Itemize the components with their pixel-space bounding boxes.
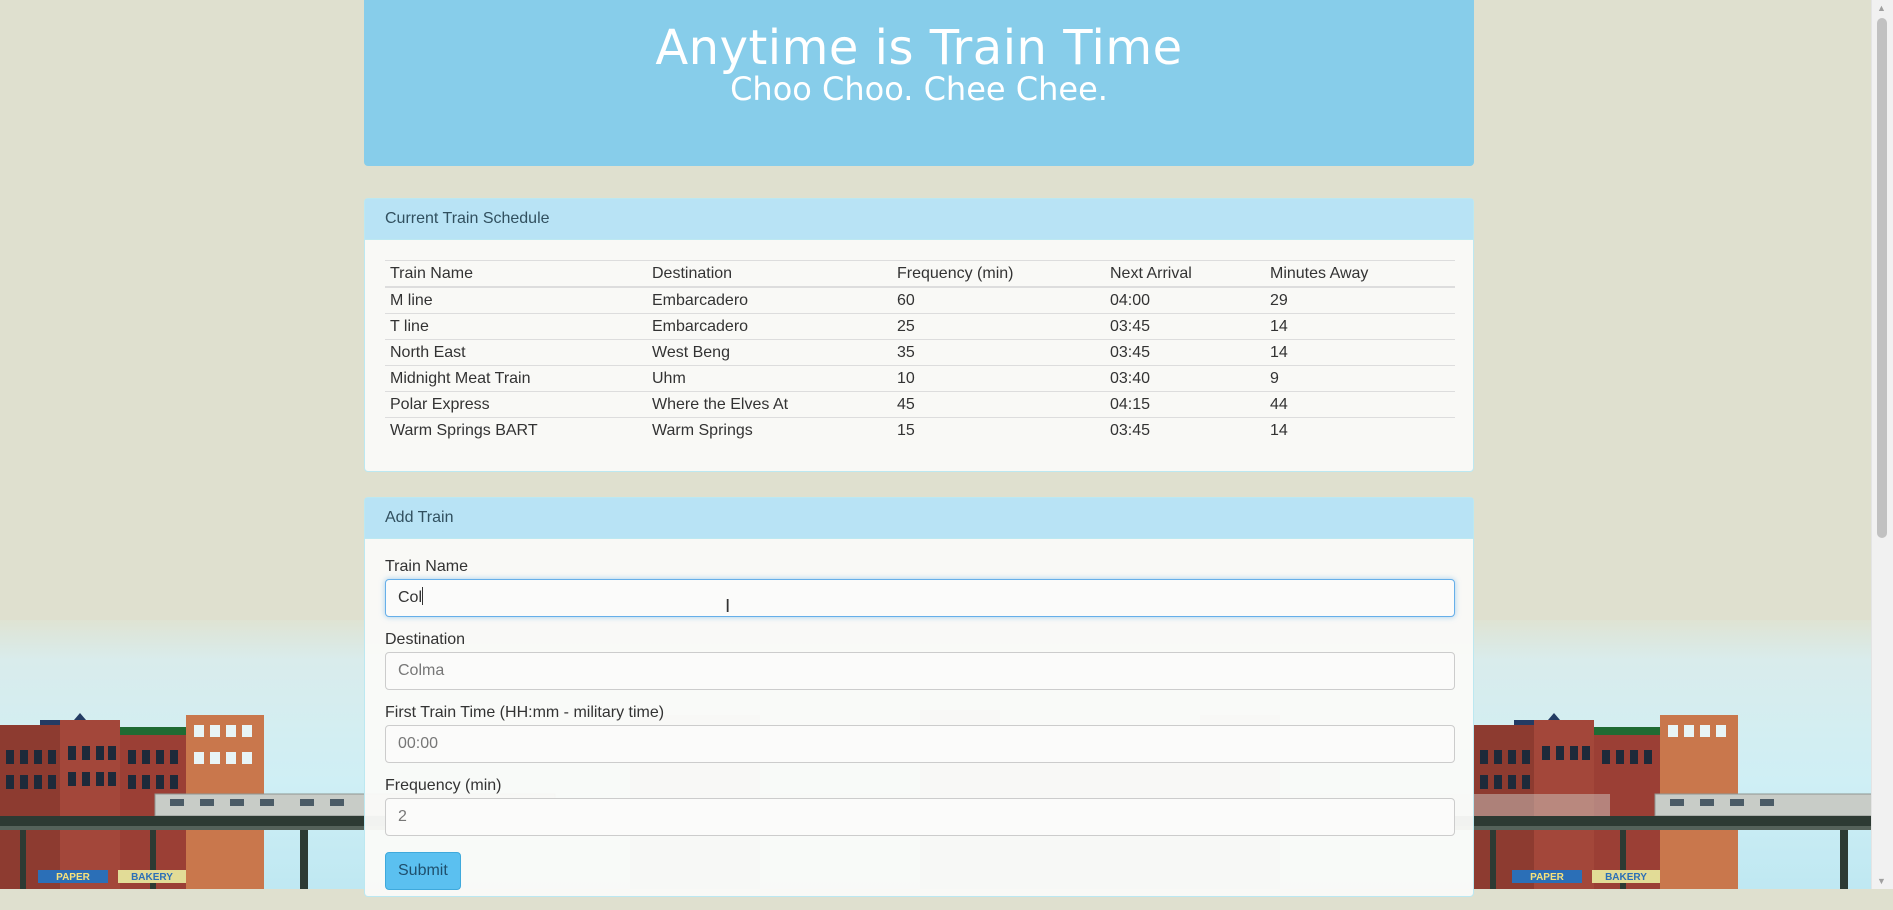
vertical-scrollbar[interactable]: ▲ ▼ [1871, 0, 1893, 889]
add-train-form: Train Name Col I Destination Colma First… [365, 539, 1473, 910]
frequency-label: Frequency (min) [385, 777, 502, 794]
table-row: Polar Express Where the Elves At 45 04:1… [385, 391, 1455, 418]
destination-placeholder: Colma [398, 662, 445, 679]
destination-label: Destination [385, 631, 466, 648]
cell-frequency: 25 [892, 313, 1105, 340]
table-row: Warm Springs BART Warm Springs 15 03:45 … [385, 417, 1455, 443]
schedule-panel: Current Train Schedule Train Name Destin… [364, 198, 1474, 472]
first-train-time-label: First Train Time (HH:mm - military time) [385, 704, 665, 721]
submit-button[interactable]: Submit [385, 852, 461, 890]
cell-next-arrival: 03:40 [1105, 365, 1265, 392]
paper-sign-right: PAPER [1530, 872, 1564, 883]
paper-sign: PAPER [56, 872, 90, 883]
column-header-frequency: Frequency (min) [892, 260, 1105, 288]
train-name-value: Col [398, 589, 423, 606]
page-subtitle: Choo Choo. Chee Chee. [730, 70, 1108, 108]
column-header-train-name: Train Name [385, 260, 647, 288]
frequency-placeholder: 2 [398, 808, 407, 825]
cell-train-name: T line [385, 313, 647, 340]
cell-minutes-away: 29 [1270, 291, 1288, 309]
cell-train-name: Polar Express [385, 391, 647, 418]
page-title: Anytime is Train Time [655, 20, 1183, 76]
add-train-panel: Add Train Train Name Col I Destination C… [364, 497, 1474, 897]
cell-destination: West Beng [647, 339, 892, 366]
add-train-panel-heading: Add Train [365, 498, 1473, 539]
cell-train-name: North East [385, 339, 647, 366]
column-header-destination: Destination [647, 260, 892, 288]
cell-frequency: 35 [892, 339, 1105, 366]
cell-frequency: 10 [892, 365, 1105, 392]
column-header-minutes-away: Minutes Away [1265, 260, 1455, 288]
cell-next-arrival: 03:45 [1105, 417, 1265, 443]
frequency-input[interactable]: 2 [385, 798, 1455, 836]
table-header-row: Train Name Destination Frequency (min) N… [385, 260, 1455, 288]
cell-train-name: M line [390, 291, 433, 309]
scrollbar-thumb[interactable] [1877, 18, 1887, 538]
first-train-time-input[interactable]: 00:00 [385, 725, 1455, 763]
cell-next-arrival: 04:15 [1105, 391, 1265, 418]
cell-destination: Embarcadero [647, 313, 892, 340]
train-name-input[interactable]: Col I [385, 579, 1455, 617]
cell-minutes-away: 14 [1265, 339, 1455, 366]
cell-train-name: Warm Springs BART [385, 417, 647, 443]
cell-train-name: Midnight Meat Train [385, 365, 647, 392]
first-train-time-placeholder: 00:00 [398, 735, 439, 752]
cell-frequency: 15 [892, 417, 1105, 443]
cell-next-arrival: 04:00 [1110, 291, 1151, 309]
scroll-up-arrow-icon[interactable]: ▲ [1877, 3, 1886, 13]
train-name-label: Train Name [385, 558, 468, 575]
table-row: M line Embarcadero 60 04:00 29 [385, 287, 1455, 314]
scroll-down-arrow-icon[interactable]: ▼ [1877, 876, 1886, 886]
bakery-sign-right: BAKERY [1605, 872, 1647, 883]
cell-destination: Uhm [647, 365, 892, 392]
text-cursor-icon: I [725, 596, 731, 617]
schedule-panel-heading: Current Train Schedule [365, 199, 1473, 240]
jumbotron-header: Anytime is Train Time Choo Choo. Chee Ch… [364, 0, 1474, 166]
cell-next-arrival: 03:45 [1105, 313, 1265, 340]
table-row: North East West Beng 35 03:45 14 [385, 339, 1455, 366]
main-container: Anytime is Train Time Choo Choo. Chee Ch… [364, 0, 1474, 897]
cell-minutes-away: 14 [1265, 417, 1455, 443]
cell-next-arrival: 03:45 [1105, 339, 1265, 366]
cell-destination: Where the Elves At [647, 391, 892, 418]
column-header-next-arrival: Next Arrival [1105, 260, 1265, 288]
cell-destination: Embarcadero [652, 291, 749, 309]
cell-minutes-away: 44 [1265, 391, 1455, 418]
table-row: T line Embarcadero 25 03:45 14 [385, 313, 1455, 340]
cell-minutes-away: 9 [1265, 365, 1455, 392]
cell-minutes-away: 14 [1265, 313, 1455, 340]
table-row: Midnight Meat Train Uhm 10 03:40 9 [385, 365, 1455, 392]
cell-frequency: 60 [897, 291, 915, 309]
destination-input[interactable]: Colma [385, 652, 1455, 690]
cell-destination: Warm Springs [647, 417, 892, 443]
text-caret [422, 587, 424, 605]
train-schedule-table: Train Name Destination Frequency (min) N… [385, 260, 1455, 443]
bakery-sign: BAKERY [131, 872, 173, 883]
cell-frequency: 45 [892, 391, 1105, 418]
